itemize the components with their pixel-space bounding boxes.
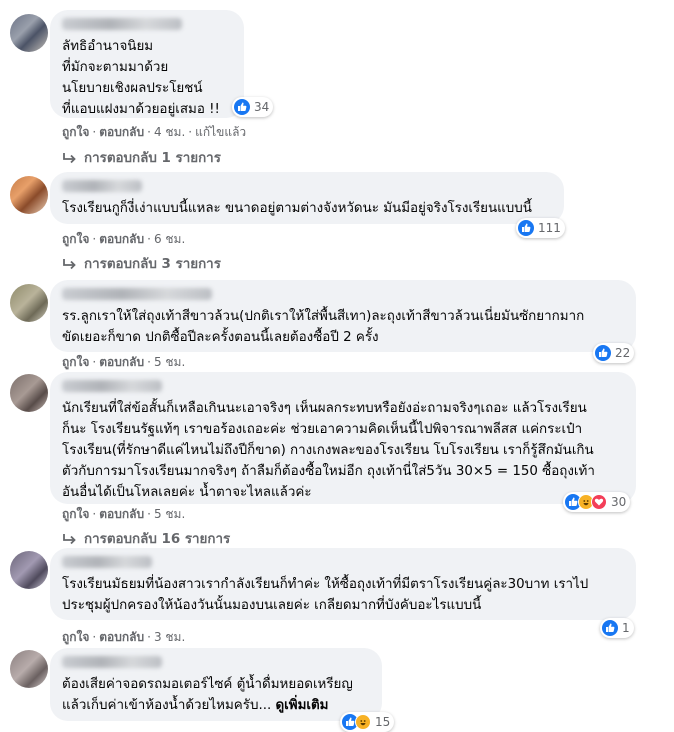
reaction-summary[interactable]: 34 xyxy=(232,97,274,117)
reply-link[interactable]: ตอบกลับ xyxy=(99,232,144,246)
reaction-count: 1 xyxy=(622,621,630,635)
avatar[interactable] xyxy=(10,374,48,412)
like-link[interactable]: ถูกใจ xyxy=(62,355,89,369)
reaction-count: 30 xyxy=(611,495,627,509)
timestamp[interactable]: 5 ชม. xyxy=(154,507,185,521)
haha-reaction-icon xyxy=(355,714,371,730)
timestamp[interactable]: 6 ชม. xyxy=(154,232,185,246)
reply-link[interactable]: ตอบกลับ xyxy=(99,507,144,521)
view-replies-link[interactable]: การตอบกลับ 16 รายการ xyxy=(62,528,230,549)
comment-actions: ถูกใจ · ตอบกลับ · 4 ชม. · แก้ไขแล้ว xyxy=(62,125,247,139)
author-name-blurred[interactable] xyxy=(62,656,162,668)
comment-text: นักเรียนที่ใส่ข้อสั้นก็เหลือเกินนะเอาจริ… xyxy=(62,401,595,500)
author-name-blurred[interactable] xyxy=(62,288,212,300)
author-name-blurred[interactable] xyxy=(62,18,182,30)
author-name-blurred[interactable] xyxy=(62,180,142,192)
author-name-blurred[interactable] xyxy=(62,380,162,392)
love-reaction-icon xyxy=(591,494,607,510)
comment-bubble: ต้องเสียค่าจอดรถมอเตอร์ไซค์ ตู้น้ำดื่มหย… xyxy=(50,648,382,721)
comment-bubble: ลัทธิอำนาจนิยม ที่มักจะตามมาด้วย นโยบายเ… xyxy=(50,10,244,118)
like-link[interactable]: ถูกใจ xyxy=(62,630,89,644)
reply-link[interactable]: ตอบกลับ xyxy=(99,630,144,644)
reaction-count: 15 xyxy=(375,715,391,729)
reply-arrow-icon xyxy=(63,152,76,163)
comment-actions: ถูกใจ · ตอบกลับ · 6 ชม. xyxy=(62,232,186,246)
comment-text: โรงเรียนกูก็งี่เง่าแบบนี้แหละ ขนาดอยู่ตา… xyxy=(62,201,532,216)
reaction-summary[interactable]: 1 xyxy=(600,618,634,638)
timestamp[interactable]: 5 ชม. xyxy=(154,355,185,369)
comment-bubble: นักเรียนที่ใส่ข้อสั้นก็เหลือเกินนะเอาจริ… xyxy=(50,372,636,504)
reaction-count: 22 xyxy=(615,346,631,360)
avatar[interactable] xyxy=(10,284,48,322)
view-replies-link[interactable]: การตอบกลับ 3 รายการ xyxy=(62,253,221,274)
reply-arrow-icon xyxy=(63,258,76,269)
comment-text: โรงเรียนมัธยมที่น้องสาวเรากำลังเรียนก็ทำ… xyxy=(62,577,589,613)
comment-bubble: รร.ลูกเราให้ใส่ถุงเท้าสีขาวล้วน(ปกติเราใ… xyxy=(50,280,636,352)
replies-label: การตอบกลับ 1 รายการ xyxy=(84,151,221,166)
timestamp[interactable]: 4 ชม. xyxy=(154,125,185,139)
like-reaction-icon xyxy=(234,99,250,115)
reaction-count: 34 xyxy=(254,100,270,114)
comment-actions: ถูกใจ · ตอบกลับ · 3 ชม. xyxy=(62,630,186,644)
avatar[interactable] xyxy=(10,551,48,589)
reply-link[interactable]: ตอบกลับ xyxy=(99,125,144,139)
edited-label: แก้ไขแล้ว xyxy=(195,125,247,139)
like-reaction-icon xyxy=(595,345,611,361)
comment-actions: ถูกใจ · ตอบกลับ · 5 ชม. xyxy=(62,355,186,369)
reaction-summary[interactable]: 22 xyxy=(593,343,635,363)
replies-label: การตอบกลับ 16 รายการ xyxy=(84,532,231,547)
comment-bubble: โรงเรียนมัธยมที่น้องสาวเรากำลังเรียนก็ทำ… xyxy=(50,548,636,620)
like-link[interactable]: ถูกใจ xyxy=(62,507,89,521)
see-more-link[interactable]: ดูเพิ่มเติม xyxy=(275,698,328,713)
comment-text: รร.ลูกเราให้ใส่ถุงเท้าสีขาวล้วน(ปกติเราใ… xyxy=(62,309,585,345)
reply-link[interactable]: ตอบกลับ xyxy=(99,355,144,369)
view-replies-link[interactable]: การตอบกลับ 1 รายการ xyxy=(62,147,221,168)
avatar[interactable] xyxy=(10,176,48,214)
avatar[interactable] xyxy=(10,650,48,688)
like-reaction-icon xyxy=(602,620,618,636)
comment-bubble: โรงเรียนกูก็งี่เง่าแบบนี้แหละ ขนาดอยู่ตา… xyxy=(50,172,564,224)
author-name-blurred[interactable] xyxy=(62,556,152,568)
replies-label: การตอบกลับ 3 รายการ xyxy=(84,257,221,272)
reaction-summary[interactable]: 30 xyxy=(563,492,631,512)
comment-text: ต้องเสียค่าจอดรถมอเตอร์ไซค์ ตู้น้ำดื่มหย… xyxy=(62,674,370,716)
reply-arrow-icon xyxy=(63,533,76,544)
reaction-summary[interactable]: 15 xyxy=(340,712,395,732)
reaction-count: 111 xyxy=(538,221,561,235)
comment-text: ลัทธิอำนาจนิยม ที่มักจะตามมาด้วย นโยบายเ… xyxy=(62,39,220,117)
timestamp[interactable]: 3 ชม. xyxy=(154,630,185,644)
like-link[interactable]: ถูกใจ xyxy=(62,125,89,139)
like-link[interactable]: ถูกใจ xyxy=(62,232,89,246)
comment-actions: ถูกใจ · ตอบกลับ · 5 ชม. xyxy=(62,507,186,521)
avatar[interactable] xyxy=(10,14,48,52)
like-reaction-icon xyxy=(518,220,534,236)
reaction-summary[interactable]: 111 xyxy=(516,218,565,238)
